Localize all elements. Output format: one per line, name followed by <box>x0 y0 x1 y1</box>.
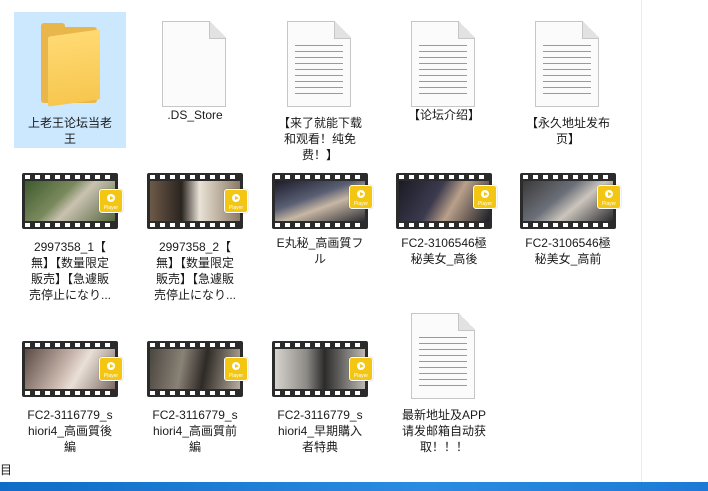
file-label: FC2-3106546極 秘美女_高後 <box>401 236 487 266</box>
file-explorer-window: 上老王论坛当老 王 .DS_Store 【来了就能下载 和观看！纯免 费！】 【… <box>0 0 708 491</box>
player-badge-icon: Player <box>473 185 497 209</box>
file-label: FC2-3116779_s hiori4_高画質後 編 <box>27 408 113 454</box>
video-thumbnail-icon: Player <box>519 159 621 229</box>
file-label: FC2-3116779_s hiori4_早期購入 者特典 <box>277 408 363 454</box>
file-item-document[interactable]: 【来了就能下载 和观看！纯免 费！】 <box>264 12 376 164</box>
taskbar <box>0 482 708 491</box>
player-badge-icon: Player <box>597 185 621 209</box>
file-item-video[interactable]: Player FC2-3106546極 秘美女_高前 <box>512 156 624 268</box>
player-badge-icon: Player <box>99 357 123 381</box>
file-label: 【永久地址发布 页】 <box>525 116 610 146</box>
blank-file-icon <box>146 15 244 107</box>
file-label: E丸秘_高画質フ ル <box>276 236 364 266</box>
file-label: .DS_Store <box>167 108 223 122</box>
file-label: 2997358_2【 無】【数量限定 販売】【急遽販 売停止になり... <box>153 240 236 302</box>
file-item-video[interactable]: Player FC2-3116779_s hiori4_高画質前 編 <box>139 324 251 456</box>
file-label: FC2-3106546極 秘美女_高前 <box>525 236 611 266</box>
document-icon <box>519 15 617 109</box>
video-thumbnail-icon: Player <box>271 327 373 401</box>
video-thumbnail-icon: Player <box>21 327 123 401</box>
file-item-video[interactable]: Player FC2-3116779_s hiori4_早期購入 者特典 <box>264 324 376 456</box>
document-icon <box>395 307 493 401</box>
folder-icon <box>21 15 119 109</box>
file-item-video[interactable]: Player 2997358_2【 無】【数量限定 販売】【急遽販 売停止になり… <box>139 156 251 304</box>
video-thumbnail-icon: Player <box>21 159 123 233</box>
player-badge-icon: Player <box>224 189 248 213</box>
file-item-video[interactable]: Player E丸秘_高画質フ ル <box>264 156 376 268</box>
file-item-document[interactable]: 【永久地址发布 页】 <box>512 12 624 148</box>
document-icon <box>271 15 369 109</box>
video-thumbnail-icon: Player <box>146 327 248 401</box>
file-grid: 上老王论坛当老 王 .DS_Store 【来了就能下载 和观看！纯免 费！】 【… <box>0 0 640 482</box>
video-thumbnail-icon: Player <box>146 159 248 233</box>
player-badge-icon: Player <box>99 189 123 213</box>
video-thumbnail-icon: Player <box>395 159 497 229</box>
player-badge-icon: Player <box>349 357 373 381</box>
video-thumbnail-icon: Player <box>271 159 373 229</box>
file-label: 2997358_1【 無】【数量限定 販売】【急遽販 売停止になり... <box>28 240 111 302</box>
file-item-video[interactable]: Player FC2-3116779_s hiori4_高画質後 編 <box>14 324 126 456</box>
document-icon <box>395 15 493 107</box>
file-label: 【论坛介绍】 <box>407 108 480 122</box>
file-item-video[interactable]: Player FC2-3106546極 秘美女_高後 <box>388 156 500 268</box>
file-label: 最新地址及APP 请发邮箱自动获 取！！！ <box>401 408 486 454</box>
file-item-ds-store[interactable]: .DS_Store <box>139 12 251 124</box>
status-bar-text: 目 <box>0 463 10 477</box>
file-label: FC2-3116779_s hiori4_高画質前 編 <box>152 408 238 454</box>
file-item-video[interactable]: Player 2997358_1【 無】【数量限定 販売】【急遽販 売停止になり… <box>14 156 126 304</box>
pane-divider <box>641 0 642 482</box>
player-badge-icon: Player <box>349 185 373 209</box>
file-item-folder[interactable]: 上老王论坛当老 王 <box>14 12 126 148</box>
player-badge-icon: Player <box>224 357 248 381</box>
file-item-document[interactable]: 【论坛介绍】 <box>388 12 500 124</box>
file-item-document[interactable]: 最新地址及APP 请发邮箱自动获 取！！！ <box>388 304 500 456</box>
file-label: 上老王论坛当老 王 <box>27 116 112 146</box>
